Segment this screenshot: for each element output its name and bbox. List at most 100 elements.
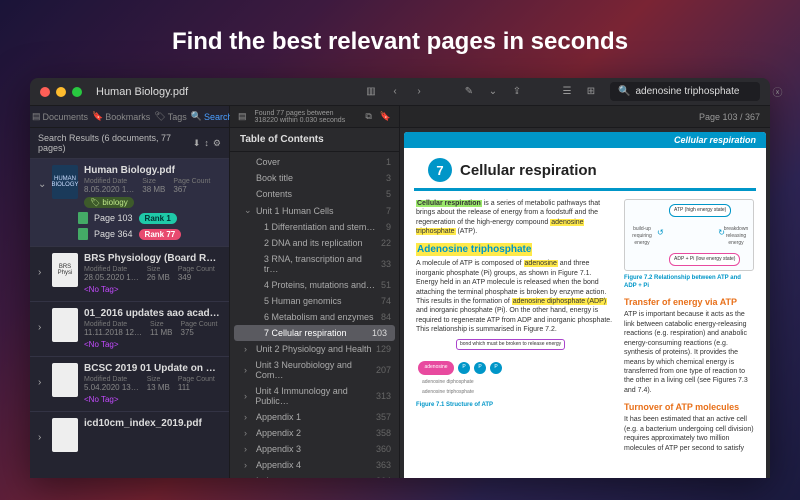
prev-page-button[interactable]: ‹	[386, 83, 404, 101]
documents-icon: ▤	[32, 111, 41, 122]
chapter-number: 7	[428, 158, 452, 182]
chevron-down-icon[interactable]: ⌄	[38, 179, 46, 190]
document-name: Human Biology.pdf	[84, 165, 221, 176]
toc-item[interactable]: Book title3	[230, 170, 399, 186]
tag-badge[interactable]: 🏷 biology	[84, 197, 134, 208]
chevron-icon: ›	[244, 460, 252, 470]
zoom-window-button[interactable]	[72, 87, 82, 97]
window-title: Human Biology.pdf	[96, 86, 188, 98]
toc-item[interactable]: Index364	[230, 473, 399, 478]
page-icon	[78, 228, 88, 240]
bookmark-icon[interactable]: 🔖	[380, 111, 391, 122]
sidebar-toggle-icon[interactable]: ▥	[362, 83, 380, 101]
toc-item[interactable]: 6 Metabolism and enzymes84	[230, 309, 399, 325]
document-name: 01_2016 updates aao acade…	[84, 308, 221, 319]
toc-item[interactable]: 7 Cellular respiration103	[234, 325, 395, 341]
diagram-node: ADP + Pi (low energy state)	[669, 253, 740, 266]
tab-documents[interactable]: ▤Documents	[30, 106, 90, 127]
subheading: Turnover of ATP molecules	[624, 401, 754, 413]
sort-icon[interactable]: ↕	[204, 138, 209, 149]
page-hit[interactable]: Page 103 Rank 1	[78, 212, 221, 224]
toc-panel: ▤ Found 77 pages between 318220 within 0…	[230, 106, 400, 478]
search-input[interactable]	[635, 86, 767, 97]
toc-header: Table of Contents	[230, 128, 399, 152]
toc-item[interactable]: 5 Human genomics74	[230, 293, 399, 309]
body-text: A molecule of ATP is composed of adenosi…	[416, 259, 614, 335]
search-icon: 🔍	[191, 111, 202, 122]
clear-search-icon[interactable]: ⓧ	[772, 84, 782, 99]
minimize-window-button[interactable]	[56, 87, 66, 97]
document-name: icd10cm_index_2019.pdf	[84, 418, 221, 429]
filter-icon[interactable]: ⚙	[213, 138, 221, 149]
rank-badge: Rank 77	[139, 229, 182, 240]
result-document[interactable]: › BRSPhysi BRS Physiology (Board Revie… …	[30, 246, 229, 301]
content-panel: Page 103 / 367 Cellular respiration 7 Ce…	[400, 106, 770, 478]
toc-item[interactable]: ›Unit 4 Immunology and Public…313	[230, 383, 399, 409]
chevron-icon: ›	[244, 365, 251, 375]
toc-item[interactable]: Cover1	[230, 154, 399, 170]
result-document[interactable]: ⌄ HUMANBIOLOGY Human Biology.pdf Modifie…	[30, 158, 229, 246]
search-icon: 🔍	[618, 86, 630, 97]
chevron-icon: ⌄	[244, 205, 252, 216]
download-results-icon[interactable]: ⬇	[193, 138, 201, 149]
dropdown-icon[interactable]: ⌄	[484, 83, 502, 101]
toc-item[interactable]: Contents5	[230, 186, 399, 202]
toc-item[interactable]: ›Appendix 4363	[230, 457, 399, 473]
toc-item[interactable]: 1 Differentiation and stem…9	[230, 219, 399, 235]
page-hit[interactable]: Page 364 Rank 77	[78, 228, 221, 240]
outline-toggle-icon[interactable]: ▤	[238, 111, 247, 122]
chevron-right-icon[interactable]: ›	[38, 377, 46, 388]
next-page-button[interactable]: ›	[410, 83, 428, 101]
results-list: ⌄ HUMANBIOLOGY Human Biology.pdf Modifie…	[30, 158, 229, 478]
chevron-icon: ›	[244, 344, 252, 354]
tab-search[interactable]: 🔍Search	[189, 106, 235, 127]
toc-item[interactable]: ⌄Unit 1 Human Cells7	[230, 202, 399, 219]
toc-item[interactable]: ›Appendix 1357	[230, 409, 399, 425]
chevron-right-icon[interactable]: ›	[38, 322, 46, 333]
bookmark-icon: 🔖	[92, 111, 103, 122]
toc-item[interactable]: 2 DNA and its replication22	[230, 235, 399, 251]
figure-caption: Figure 7.1 Structure of ATP	[416, 401, 614, 409]
edit-icon[interactable]: ✎	[460, 83, 478, 101]
tab-tags[interactable]: 🏷Tags	[152, 106, 188, 127]
tag-icon: 🏷	[154, 111, 165, 122]
chevron-right-icon[interactable]: ›	[38, 267, 46, 278]
share-icon[interactable]: ⇪	[508, 83, 526, 101]
app-window: Human Biology.pdf ▥ ‹ › ✎ ⌄ ⇪ ☰ ⊞ 🔍 ⓧ ▤D…	[30, 78, 770, 478]
chevron-icon: ›	[244, 391, 251, 401]
chevron-icon: ›	[244, 444, 252, 454]
tab-bookmarks[interactable]: 🔖Bookmarks	[90, 106, 152, 127]
toc-item[interactable]: 4 Proteins, mutations and…51	[230, 277, 399, 293]
titlebar: Human Biology.pdf ▥ ‹ › ✎ ⌄ ⇪ ☰ ⊞ 🔍 ⓧ	[30, 78, 770, 106]
page-icon	[78, 212, 88, 224]
body-text: ATP is important because it acts as the …	[624, 310, 754, 395]
body-text: Cellular respiration is a series of meta…	[416, 199, 614, 237]
chevron-icon: ›	[244, 428, 252, 438]
figure-7-2: ATP (high energy state) ADP + Pi (low en…	[624, 199, 754, 271]
diagram-node: ATP (high energy state)	[669, 204, 731, 217]
chevron-icon: ›	[244, 412, 252, 422]
toc-item[interactable]: ›Unit 2 Physiology and Health129	[230, 341, 399, 357]
chevron-right-icon[interactable]: ›	[38, 432, 46, 443]
close-window-button[interactable]	[40, 87, 50, 97]
toc-item[interactable]: 3 RNA, transcription and tr…33	[230, 251, 399, 277]
toc-item[interactable]: ›Appendix 3360	[230, 441, 399, 457]
document-view[interactable]: Cellular respiration 7 Cellular respirat…	[404, 132, 766, 478]
document-thumbnail	[52, 363, 78, 397]
document-thumbnail	[52, 418, 78, 452]
no-tag-label: <No Tag>	[84, 340, 119, 349]
found-status: Found 77 pages between 318220 within 0.0…	[255, 110, 358, 124]
sidebar: ▤Documents 🔖Bookmarks 🏷Tags 🔍Search Sear…	[30, 106, 230, 478]
result-document[interactable]: › 01_2016 updates aao acade… Modified Da…	[30, 301, 229, 356]
result-document[interactable]: › BCSC 2019 01 Update on Gen… Modified D…	[30, 356, 229, 411]
result-document[interactable]: › icd10cm_index_2019.pdf	[30, 411, 229, 458]
no-tag-label: <No Tag>	[84, 285, 119, 294]
document-name: BRS Physiology (Board Revie…	[84, 253, 221, 264]
grid-view-icon[interactable]: ⊞	[582, 83, 600, 101]
copy-icon[interactable]: ⧉	[365, 111, 371, 122]
toc-item[interactable]: ›Appendix 2358	[230, 425, 399, 441]
toc-item[interactable]: ›Unit 3 Neurobiology and Com…207	[230, 357, 399, 383]
list-view-icon[interactable]: ☰	[558, 83, 576, 101]
page-counter: Page 103 / 367	[699, 112, 760, 122]
search-field[interactable]: 🔍 ⓧ	[610, 82, 760, 101]
